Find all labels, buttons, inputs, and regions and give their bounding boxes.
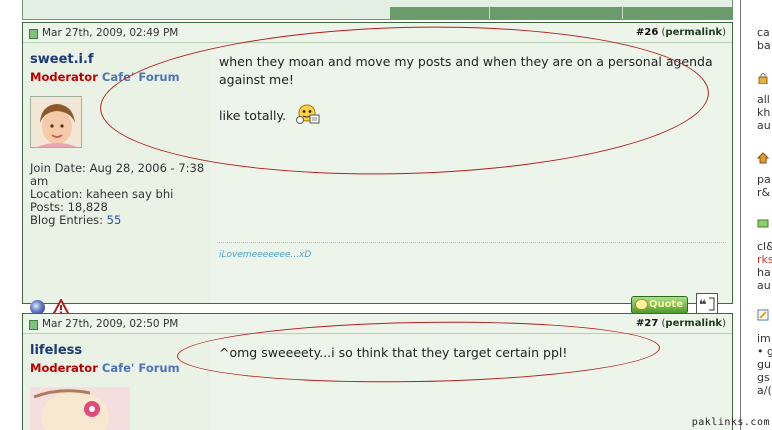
sidebar-text[interactable]: ha	[757, 266, 771, 279]
join-date: Join Date: Aug 28, 2006 - 7:38 am	[30, 161, 205, 188]
sidebar-text[interactable]: a/(	[757, 384, 772, 397]
post-message: ^omg sweeeety...i so think that they tar…	[219, 344, 724, 376]
sidebar-text[interactable]: all	[757, 93, 770, 106]
quote-label: Quote	[648, 299, 683, 310]
sidebar-divider	[740, 0, 741, 430]
quote-button[interactable]: Quote	[631, 296, 688, 314]
user-title: Moderator Cafe' Forum	[30, 361, 180, 375]
sidebar-text[interactable]: au	[757, 119, 771, 132]
post-date: Mar 27th, 2009, 02:49 PM	[42, 27, 179, 39]
blog-entries: Blog Entries: 55	[30, 214, 206, 227]
sidebar-text[interactable]: • g	[757, 345, 772, 358]
home-icon	[756, 152, 770, 164]
forum-page: Mar 27th, 2009, 02:49 PM #26 (permalink)…	[0, 0, 772, 430]
message-text-2: like totally.	[219, 108, 287, 123]
post-icon	[29, 29, 38, 39]
user-role: Moderator	[30, 361, 98, 375]
sidebar-text[interactable]: pa	[757, 173, 771, 186]
post-number-value[interactable]: #26	[636, 27, 658, 38]
user-signature: iLovemeeeeeee...xD	[219, 250, 312, 260]
nav-tabs[interactable]	[390, 7, 732, 19]
message-text: when they moan and move my posts and whe…	[219, 54, 713, 87]
post-header: Mar 27th, 2009, 02:50 PM #27 (permalink)	[23, 314, 732, 334]
watermark: paklinks.com	[691, 417, 770, 428]
blog-entries-link[interactable]: 55	[107, 213, 122, 227]
message-line-2: like totally.	[219, 103, 724, 125]
user-info-pane: lifeless Moderator Cafe' Forum	[23, 335, 211, 430]
post-number: #27 (permalink)	[636, 318, 726, 329]
right-sidebar: ca ba all kh au pa r& cl& rks ha au im •…	[748, 0, 772, 430]
post-message: when they moan and move my posts and whe…	[219, 53, 724, 139]
sidebar-text[interactable]: kh	[757, 106, 770, 119]
note-icon	[757, 309, 769, 321]
nav-tab-strip	[22, 0, 733, 20]
sidebar-text[interactable]: gs	[757, 371, 770, 384]
svg-text:❝: ❝	[699, 298, 707, 313]
message-text: ^omg sweeeety...i so think that they tar…	[219, 345, 568, 360]
group-icon	[757, 217, 769, 229]
sidebar-text[interactable]: rks	[757, 253, 772, 266]
post-number: #26 (permalink)	[636, 27, 726, 38]
username-link[interactable]: sweet.i.f	[30, 52, 94, 67]
smiley-icon	[294, 103, 322, 125]
message-pane: when they moan and move my posts and whe…	[211, 44, 732, 315]
sidebar-text[interactable]: gu	[757, 358, 771, 371]
forum-post: Mar 27th, 2009, 02:50 PM #27 (permalink)…	[22, 313, 733, 430]
permalink-link[interactable]: permalink	[665, 27, 722, 38]
sidebar-text[interactable]: im	[757, 332, 771, 345]
signature-divider	[217, 242, 726, 243]
sidebar-text[interactable]: au	[757, 279, 771, 292]
sidebar-text[interactable]: cl&	[757, 240, 772, 253]
user-info-pane: sweet.i.f Moderator Cafe' Forum Join Dat…	[23, 44, 211, 316]
post-header: Mar 27th, 2009, 02:49 PM #26 (permalink)	[23, 23, 732, 43]
sidebar-text[interactable]: r&	[757, 186, 770, 199]
user-forum: Cafe' Forum	[101, 70, 180, 84]
username-link[interactable]: lifeless	[30, 343, 82, 358]
multi-quote-icon[interactable]: ❝	[696, 293, 718, 315]
user-role: Moderator	[30, 70, 98, 84]
sidebar-text[interactable]: ca	[757, 26, 770, 39]
permalink-link[interactable]: permalink	[665, 318, 722, 329]
avatar[interactable]	[30, 387, 130, 430]
forum-post: Mar 27th, 2009, 02:49 PM #26 (permalink)…	[22, 22, 733, 316]
avatar[interactable]	[30, 96, 82, 148]
blog-entries-label: Blog Entries:	[30, 213, 104, 227]
user-stats: Join Date: Aug 28, 2006 - 7:38 am Locati…	[30, 162, 206, 227]
quote-bubble-icon	[635, 299, 648, 310]
sidebar-text[interactable]: ba	[757, 39, 771, 52]
post-date: Mar 27th, 2009, 02:50 PM	[42, 318, 179, 330]
lock-icon	[757, 72, 769, 85]
user-forum: Cafe' Forum	[101, 361, 180, 375]
post-number-value[interactable]: #27	[636, 318, 658, 329]
user-title: Moderator Cafe' Forum	[30, 70, 180, 84]
post-icon	[29, 320, 38, 330]
message-pane: ^omg sweeeety...i so think that they tar…	[211, 335, 732, 430]
